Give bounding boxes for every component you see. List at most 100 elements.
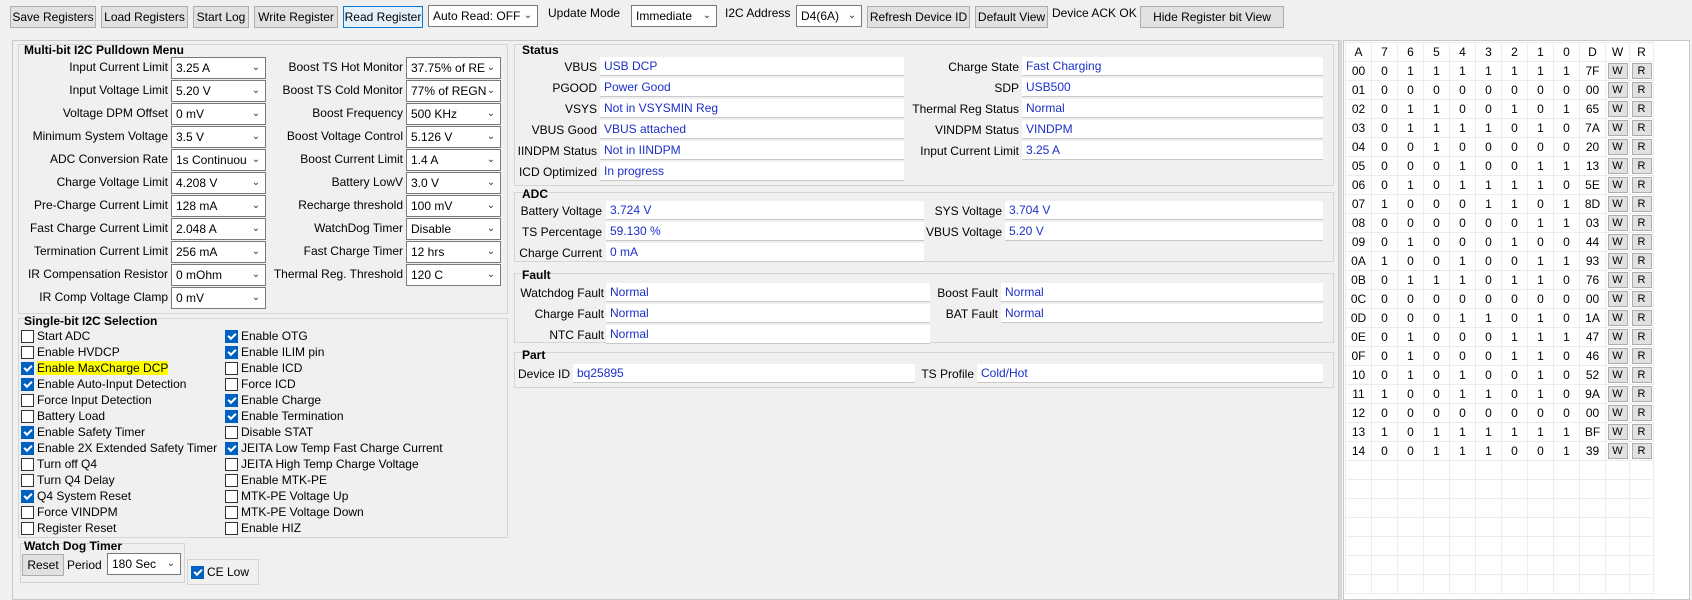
write-register-button[interactable]: W [1607, 215, 1628, 231]
register-bit-cell[interactable]: 1 [1475, 118, 1502, 138]
register-bit-cell[interactable]: 0 [1397, 137, 1424, 157]
register-bit-cell[interactable]: 1 [1449, 251, 1476, 271]
write-register-button[interactable]: W [1607, 272, 1628, 288]
register-bit-cell[interactable]: 0 [1553, 118, 1580, 138]
register-bit-cell[interactable]: 0 [1501, 289, 1528, 309]
register-bit-cell[interactable]: 1 [1397, 327, 1424, 347]
read-register-button[interactable]: R [1631, 405, 1652, 421]
register-bit-cell[interactable]: 0 [1501, 441, 1528, 461]
register-bit-cell[interactable]: 0 [1475, 80, 1502, 100]
register-bit-cell[interactable]: 0 [1397, 80, 1424, 100]
setting-dropdown[interactable]: 1s Continuou [171, 149, 266, 171]
read-register-button[interactable]: R [1631, 291, 1652, 307]
register-bit-cell[interactable]: 0 [1527, 441, 1554, 461]
register-bit-cell[interactable]: 0 [1449, 213, 1476, 233]
option-checkbox[interactable]: Start ADC [21, 329, 90, 343]
register-bit-cell[interactable]: 1 [1527, 308, 1554, 328]
register-bit-cell[interactable]: 0 [1449, 403, 1476, 423]
register-bit-cell[interactable]: 1 [1553, 213, 1580, 233]
setting-dropdown[interactable]: 500 KHz [406, 103, 501, 125]
register-bit-cell[interactable]: 0 [1527, 99, 1554, 119]
register-bit-cell[interactable]: 0 [1423, 80, 1450, 100]
auto-read-dropdown[interactable]: Auto Read: OFF [428, 5, 538, 27]
register-bit-cell[interactable]: 0 [1553, 80, 1580, 100]
register-bit-cell[interactable]: 1 [1553, 441, 1580, 461]
option-checkbox[interactable]: Enable MaxCharge DCP [21, 361, 169, 375]
option-checkbox[interactable]: Battery Load [21, 409, 105, 423]
register-bit-cell[interactable]: 0 [1371, 137, 1398, 157]
watchdog-reset-button[interactable]: Reset [22, 554, 64, 576]
register-bit-cell[interactable]: 1 [1475, 441, 1502, 461]
register-bit-cell[interactable]: 0 [1423, 308, 1450, 328]
register-bit-cell[interactable]: 0 [1423, 346, 1450, 366]
write-register-button[interactable]: Write Register [254, 6, 338, 28]
register-bit-cell[interactable]: 1 [1475, 308, 1502, 328]
register-bit-cell[interactable]: 0 [1449, 232, 1476, 252]
period-dropdown[interactable]: 180 Sec [107, 553, 181, 575]
register-bit-cell[interactable]: 1 [1397, 346, 1424, 366]
option-checkbox[interactable]: Enable Termination [225, 409, 344, 423]
register-bit-cell[interactable]: 0 [1475, 289, 1502, 309]
register-bit-cell[interactable]: 1 [1527, 213, 1554, 233]
register-bit-cell[interactable]: 1 [1423, 118, 1450, 138]
setting-dropdown[interactable]: 0 mV [171, 287, 266, 309]
register-bit-cell[interactable]: 0 [1553, 232, 1580, 252]
register-bit-cell[interactable]: 1 [1501, 99, 1528, 119]
setting-dropdown[interactable]: 37.75% of RE [406, 57, 501, 79]
register-bit-cell[interactable]: 1 [1371, 194, 1398, 214]
read-register-button[interactable]: R [1631, 215, 1652, 231]
register-bit-cell[interactable]: 0 [1371, 441, 1398, 461]
start-log-button[interactable]: Start Log [193, 6, 249, 28]
register-bit-cell[interactable]: 0 [1423, 384, 1450, 404]
register-bit-cell[interactable]: 0 [1449, 99, 1476, 119]
register-bit-cell[interactable]: 1 [1527, 422, 1554, 442]
register-bit-cell[interactable]: 0 [1501, 156, 1528, 176]
register-bit-cell[interactable]: 0 [1423, 365, 1450, 385]
option-checkbox[interactable]: Enable Safety Timer [21, 425, 145, 439]
read-register-button[interactable]: R [1631, 310, 1652, 326]
register-bit-cell[interactable]: 1 [1527, 175, 1554, 195]
setting-dropdown[interactable]: 120 C [406, 264, 501, 286]
register-bit-cell[interactable]: 0 [1553, 289, 1580, 309]
register-bit-cell[interactable]: 1 [1553, 251, 1580, 271]
register-bit-cell[interactable]: 1 [1449, 118, 1476, 138]
register-bit-cell[interactable]: 1 [1527, 327, 1554, 347]
register-bit-cell[interactable]: 0 [1397, 251, 1424, 271]
option-checkbox[interactable]: MTK-PE Voltage Up [225, 489, 348, 503]
register-bit-cell[interactable]: 1 [1423, 270, 1450, 290]
setting-dropdown[interactable]: 2.048 A [171, 218, 266, 240]
register-bit-cell[interactable]: 0 [1475, 251, 1502, 271]
option-checkbox[interactable]: Enable Auto-Input Detection [21, 377, 186, 391]
register-bit-cell[interactable]: 0 [1527, 232, 1554, 252]
register-bit-cell[interactable]: 0 [1553, 137, 1580, 157]
write-register-button[interactable]: W [1607, 310, 1628, 326]
read-register-button[interactable]: R [1631, 443, 1652, 459]
register-bit-cell[interactable]: 0 [1397, 289, 1424, 309]
register-bit-cell[interactable]: 1 [1527, 251, 1554, 271]
register-bit-cell[interactable]: 0 [1423, 175, 1450, 195]
register-bit-cell[interactable]: 0 [1553, 175, 1580, 195]
register-bit-cell[interactable]: 0 [1397, 156, 1424, 176]
setting-dropdown[interactable]: 1.4 A [406, 149, 501, 171]
register-bit-cell[interactable]: 0 [1475, 346, 1502, 366]
write-register-button[interactable]: W [1607, 63, 1628, 79]
register-bit-cell[interactable]: 1 [1397, 61, 1424, 81]
register-bit-cell[interactable]: 1 [1449, 175, 1476, 195]
register-bit-cell[interactable]: 0 [1449, 194, 1476, 214]
register-bit-cell[interactable]: 0 [1423, 289, 1450, 309]
register-bit-cell[interactable]: 0 [1475, 137, 1502, 157]
write-register-button[interactable]: W [1607, 405, 1628, 421]
write-register-button[interactable]: W [1607, 101, 1628, 117]
register-bit-cell[interactable]: 1 [1527, 346, 1554, 366]
register-bit-cell[interactable]: 1 [1371, 251, 1398, 271]
register-bit-cell[interactable]: 1 [1449, 61, 1476, 81]
register-bit-cell[interactable]: 0 [1501, 251, 1528, 271]
register-bit-cell[interactable]: 1 [1527, 61, 1554, 81]
register-bit-cell[interactable]: 1 [1397, 175, 1424, 195]
register-bit-cell[interactable]: 0 [1475, 365, 1502, 385]
setting-dropdown[interactable]: 100 mV [406, 195, 501, 217]
read-register-button[interactable]: R [1631, 329, 1652, 345]
option-checkbox[interactable]: Enable MTK-PE [225, 473, 327, 487]
register-bit-cell[interactable]: 0 [1501, 213, 1528, 233]
write-register-button[interactable]: W [1607, 139, 1628, 155]
